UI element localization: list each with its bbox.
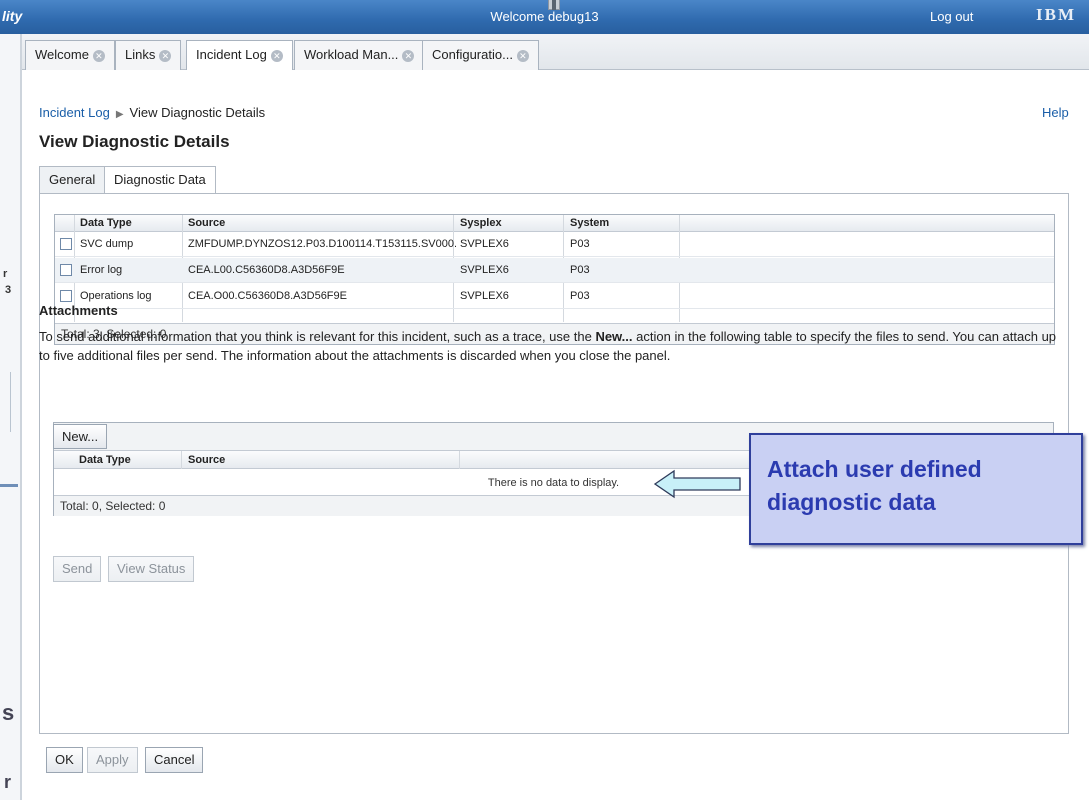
background-text: r (4, 772, 12, 792)
new-attachment-button[interactable]: New... (53, 424, 108, 449)
background-text: s (2, 700, 15, 725)
background-window-slice: r 3 s r (0, 34, 22, 800)
column-divider (459, 451, 460, 469)
page-title: View Diagnostic Details (39, 132, 230, 151)
column-header-source[interactable]: Source (188, 217, 225, 229)
diagnostic-data-table: Data Type Source Sysplex System SVC dump… (54, 214, 1055, 345)
tab-workload-manager[interactable]: Workload Man... ✕ (294, 40, 425, 70)
cell-system: P03 (570, 238, 590, 250)
row-checkbox[interactable] (60, 290, 72, 302)
cell-source: CEA.O00.C56360D8.A3D56F9E (188, 290, 347, 302)
cell-data-type: Operations log (80, 290, 152, 302)
description-action-name: New... (595, 329, 633, 344)
tab-diagnostic-data[interactable]: Diagnostic Data (104, 166, 216, 195)
cell-system: P03 (570, 290, 590, 302)
close-circle-icon[interactable]: ✕ (159, 50, 172, 62)
close-circle-icon[interactable]: ✕ (92, 50, 105, 62)
row-checkbox[interactable] (60, 238, 72, 250)
tab-label: Welcome (35, 47, 89, 62)
table-header: Data Type Source Sysplex System (55, 215, 1054, 232)
help-link[interactable]: Help (1042, 105, 1069, 120)
logout-link[interactable]: Log out (930, 9, 973, 24)
cell-sysplex: SVPLEX6 (460, 238, 509, 250)
cell-sysplex: SVPLEX6 (460, 264, 509, 276)
tab-label: Links (125, 47, 156, 62)
table-row[interactable]: Error log CEA.L00.C56360D8.A3D56F9E SVPL… (55, 258, 1054, 283)
tab-label: Incident Log (196, 47, 267, 62)
ok-button[interactable]: OK (46, 747, 83, 773)
send-button[interactable]: Send (53, 556, 102, 582)
cell-system: P03 (570, 264, 590, 276)
table-row[interactable]: SVC dump ZMFDUMP.DYNZOS12.P03.D100114.T1… (55, 232, 1054, 257)
background-text: r (3, 268, 8, 280)
column-header-source[interactable]: Source (188, 454, 225, 466)
tab-incident-log[interactable]: Incident Log ✕ (186, 40, 293, 71)
column-header-sysplex[interactable]: Sysplex (460, 217, 502, 229)
column-header-system[interactable]: System (570, 217, 609, 229)
detail-tabs: General Diagnostic Data (39, 166, 1069, 195)
selection-count: Total: 0, Selected: 0 (60, 499, 166, 513)
breadcrumb-incident-log[interactable]: Incident Log (39, 105, 110, 120)
tab-welcome[interactable]: Welcome ✕ (25, 40, 115, 70)
attachments-title: Attachments (39, 303, 118, 318)
tab-links[interactable]: Links ✕ (115, 40, 182, 70)
tab-label: Workload Man... (304, 47, 399, 62)
view-status-button[interactable]: View Status (108, 556, 195, 582)
breadcrumb: Incident Log ▶ View Diagnostic Details (39, 105, 265, 120)
welcome-text: Welcome debug13 (490, 9, 599, 24)
close-circle-icon[interactable]: ✕ (402, 50, 415, 62)
cell-data-type: Error log (80, 264, 123, 276)
background-divider (0, 484, 18, 487)
column-header-data-type[interactable]: Data Type (80, 217, 132, 229)
apply-button[interactable]: Apply (87, 747, 138, 773)
breadcrumb-separator-icon: ▶ (115, 109, 124, 120)
column-divider (181, 451, 182, 469)
background-divider (10, 372, 11, 432)
row-checkbox[interactable] (60, 264, 72, 276)
column-header-data-type[interactable]: Data Type (79, 454, 131, 466)
left-arrow-icon (654, 469, 741, 499)
cell-source: CEA.L00.C56360D8.A3D56F9E (188, 264, 345, 276)
tab-general[interactable]: General (39, 166, 106, 194)
cancel-button[interactable]: Cancel (145, 747, 204, 773)
cell-data-type: SVC dump (80, 238, 134, 250)
tab-bar: Welcome ✕ Links ✕ Incident Log ✕ Workload M… (22, 34, 1089, 71)
tab-configuration[interactable]: Configuratio... ✕ (422, 40, 539, 70)
close-circle-icon[interactable]: ✕ (270, 50, 283, 62)
callout-text: Attach user defined diagnostic data (767, 456, 982, 515)
table-row[interactable]: Operations log CEA.O00.C56360D8.A3D56F9E… (55, 284, 1054, 309)
annotation-callout: Attach user defined diagnostic data (749, 433, 1083, 545)
cell-sysplex: SVPLEX6 (460, 290, 509, 302)
breadcrumb-current: View Diagnostic Details (129, 105, 266, 120)
tab-label: Configuratio... (432, 47, 513, 62)
description-text: To send additional information that you … (39, 329, 596, 344)
ibm-logo: IBM (1036, 5, 1076, 24)
top-banner: lity Welcome debug13 Log out IBM (0, 0, 1089, 34)
cell-source: ZMFDUMP.DYNZOS12.P03.D100114.T153115.SV0… (188, 238, 456, 250)
attachments-description: To send additional information that you … (39, 327, 1069, 365)
background-text: 3 (5, 284, 12, 296)
close-circle-icon[interactable]: ✕ (516, 50, 529, 62)
